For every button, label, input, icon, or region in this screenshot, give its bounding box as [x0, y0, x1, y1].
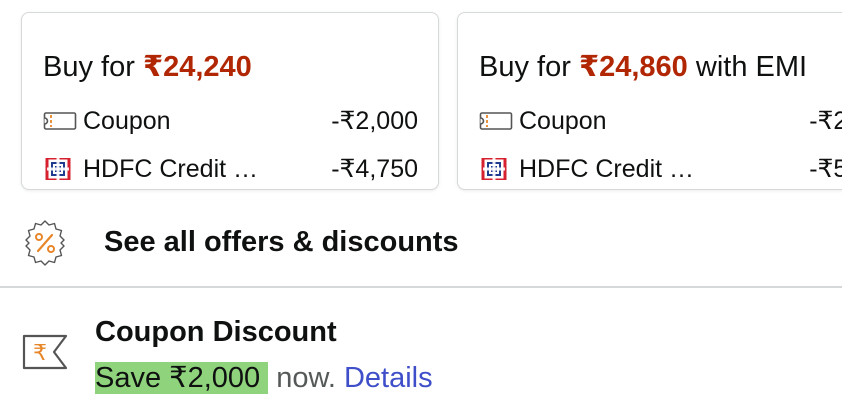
offer-cards-carousel[interactable]: Buy for ₹24,240 Coupon -₹2,000 HDFC Cred… [0, 0, 842, 212]
coupon-amount: -₹2,000 [331, 107, 418, 135]
coupon-save-amount: Save ₹2,000 [95, 362, 269, 394]
bank-offer-label: HDFC Credit Card [83, 155, 273, 183]
offer-price: ₹24,240 [142, 51, 252, 83]
offer-card-title: Buy for ₹24,240 [43, 47, 424, 87]
coupon-discount-title: Coupon Discount [95, 316, 337, 348]
coupon-label: Coupon [519, 107, 607, 135]
offer-row-coupon: Coupon -₹2,000 [43, 101, 418, 141]
section-divider [0, 286, 842, 288]
bank-offer-label: HDFC Credit Card [519, 155, 709, 183]
coupon-details-link[interactable]: Details [344, 362, 433, 394]
offer-row-coupon: Coupon -₹2,000 [479, 101, 842, 141]
bank-offer-amount: -₹4,750 [331, 155, 418, 183]
offer-row-bank: HDFC Credit Card -₹4,750 [43, 149, 418, 189]
svg-text:₹: ₹ [33, 341, 47, 366]
coupon-discount-section: ₹ Coupon Discount Save ₹2,000 now. Detai… [0, 300, 842, 406]
offer-card-title: Buy for ₹24,860 with EMI [479, 47, 842, 87]
offer-row-bank: HDFC Credit Card -₹5,250 [479, 149, 842, 189]
see-all-offers-label[interactable]: See all offers & discounts [104, 222, 459, 262]
see-all-offers-link[interactable]: See all offers & discounts [0, 214, 842, 274]
coupon-save-line: Save ₹2,000 now. Details [95, 358, 433, 398]
coupon-ticket-icon [479, 112, 513, 130]
hdfc-logo-icon [45, 158, 71, 180]
coupon-amount: -₹2,000 [809, 107, 842, 135]
hdfc-logo-icon [481, 158, 507, 180]
coupon-label: Coupon [83, 107, 171, 135]
offer-title-suffix: with EMI [687, 51, 808, 83]
offer-price: ₹24,860 [578, 51, 688, 83]
coupon-now-text: now. [268, 362, 344, 394]
offer-title-prefix: Buy for [43, 51, 143, 83]
offer-card-1[interactable]: Buy for ₹24,240 Coupon -₹2,000 HDFC Cred… [21, 12, 439, 190]
bank-offer-amount: -₹5,250 [809, 155, 842, 183]
rupee-tag-icon: ₹ [22, 334, 68, 370]
offer-card-2[interactable]: Buy for ₹24,860 with EMI Coupon -₹2,000 … [457, 12, 842, 190]
percent-badge-icon [25, 220, 65, 266]
coupon-ticket-icon [43, 112, 77, 130]
offer-title-prefix: Buy for [479, 51, 579, 83]
